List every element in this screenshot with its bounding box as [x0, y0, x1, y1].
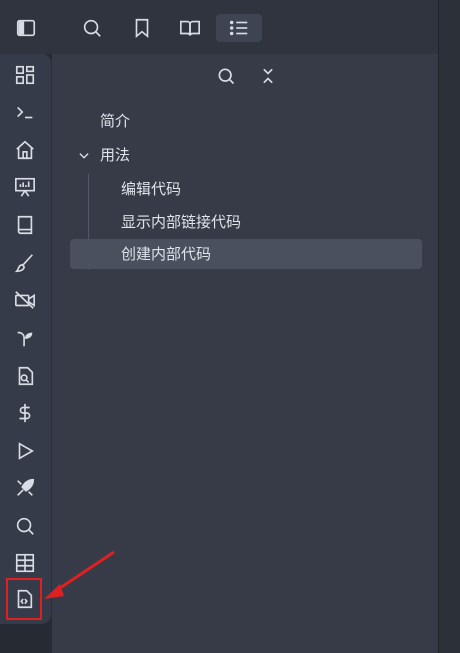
right-edge-scrollbar — [438, 0, 460, 653]
sprout-icon[interactable] — [12, 325, 38, 351]
file-search-icon[interactable] — [12, 363, 38, 389]
left-ribbon — [0, 0, 52, 653]
outline-item-show-internal-link-code[interactable]: 显示内部链接代码 — [121, 207, 241, 237]
grid-icon[interactable] — [12, 62, 38, 88]
chevron-down-icon[interactable] — [76, 148, 92, 164]
play-icon[interactable] — [12, 438, 38, 464]
outline-panel: 简介 用法 编辑代码 显示内部链接代码 创建内部代码 — [52, 54, 438, 653]
dollar-icon[interactable] — [12, 400, 38, 426]
ribbon-header — [0, 0, 52, 54]
ribbon-icons-panel — [0, 54, 52, 624]
outline-item-intro[interactable]: 简介 — [100, 106, 130, 136]
bookmark-tab-icon[interactable] — [128, 14, 156, 42]
rocket-icon[interactable] — [12, 475, 38, 501]
sidebar-toggle-icon[interactable] — [14, 16, 38, 40]
sidebar-tab-bar — [52, 0, 438, 54]
book-open-tab-icon[interactable] — [176, 14, 204, 42]
search-tab-icon[interactable] — [78, 14, 106, 42]
collapse-all-icon[interactable] — [254, 62, 282, 90]
home-icon[interactable] — [12, 137, 38, 163]
terminal-icon[interactable] — [12, 99, 38, 125]
search-icon[interactable] — [212, 62, 240, 90]
brush-icon[interactable] — [12, 250, 38, 276]
presentation-icon[interactable] — [12, 174, 38, 200]
outline-item-usage[interactable]: 用法 — [100, 140, 130, 170]
file-code-icon[interactable] — [6, 578, 42, 620]
outline-item-create-internal-code[interactable]: 创建内部代码 — [70, 239, 422, 269]
table-icon[interactable] — [12, 550, 38, 576]
camera-off-icon[interactable] — [12, 287, 38, 313]
outline-tab-icon[interactable] — [216, 14, 262, 42]
search-icon[interactable] — [12, 513, 38, 539]
outline-item-edit-code[interactable]: 编辑代码 — [121, 174, 181, 204]
book-icon[interactable] — [12, 212, 38, 238]
outline-toolbar — [212, 62, 282, 90]
